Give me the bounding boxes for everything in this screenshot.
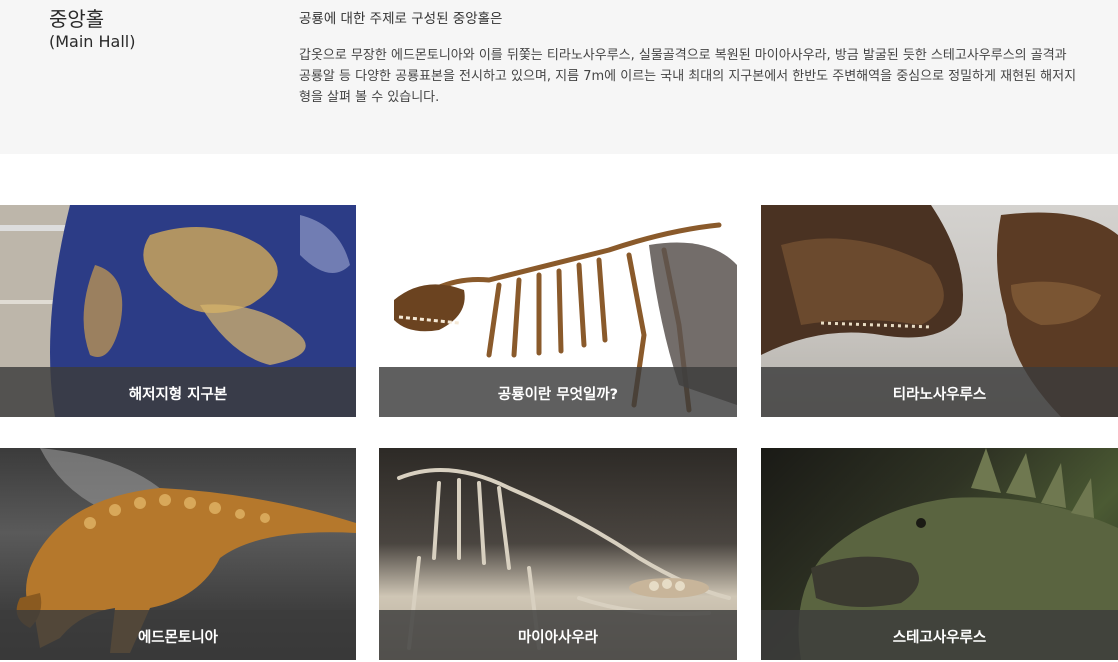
card-what-is-dinosaur[interactable]: 공룡이란 무엇일까?: [379, 205, 737, 417]
card-caption: 티라노사우루스: [761, 367, 1118, 417]
card-caption: 스테고사우루스: [761, 610, 1118, 660]
card-caption: 에드몬토니아: [0, 610, 356, 660]
card-edmontonia[interactable]: 에드몬토니아: [0, 448, 356, 660]
hall-subtitle: (Main Hall): [49, 32, 136, 51]
hall-heading: 공룡에 대한 주제로 구성된 중앙홀은: [299, 11, 503, 27]
card-tyrannosaurus[interactable]: 티라노사우루스: [761, 205, 1118, 417]
card-seafloor-globe[interactable]: 해저지형 지구본: [0, 205, 356, 417]
hall-title: 중앙홀: [49, 7, 105, 31]
card-caption: 마이아사우라: [379, 610, 737, 660]
card-stegosaurus[interactable]: 스테고사우루스: [761, 448, 1118, 660]
hall-description: 갑옷으로 무장한 에드몬토니아와 이를 뒤쫓는 티라노사우루스, 실물골격으로 …: [299, 48, 1077, 105]
card-caption: 해저지형 지구본: [0, 367, 356, 417]
card-maiasaura[interactable]: 마이아사우라: [379, 448, 737, 660]
hall-intro-panel: 중앙홀 (Main Hall) 공룡에 대한 주제로 구성된 중앙홀은 갑옷으로…: [0, 0, 1118, 154]
card-caption: 공룡이란 무엇일까?: [379, 367, 737, 417]
